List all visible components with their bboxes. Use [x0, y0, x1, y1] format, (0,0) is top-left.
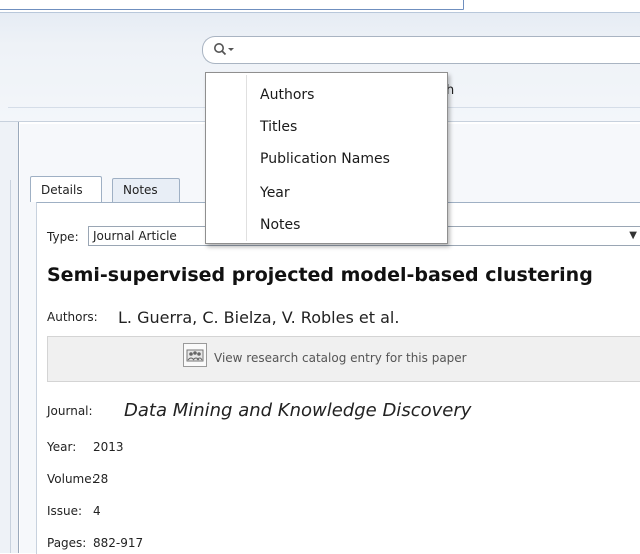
catalog-icon	[183, 343, 207, 367]
journal-label: Journal:	[47, 404, 93, 418]
search-field[interactable]	[202, 36, 640, 64]
year-value[interactable]: 2013	[93, 440, 124, 454]
authors-label: Authors:	[47, 310, 98, 324]
menu-gutter	[246, 75, 247, 241]
year-label: Year:	[47, 440, 77, 454]
pages-value[interactable]: 882-917	[93, 536, 143, 550]
tab-notes[interactable]: Notes	[112, 178, 180, 202]
search-field-menu: Authors Titles Publication Names Year No…	[205, 72, 448, 244]
search-options-button[interactable]	[213, 41, 249, 59]
search-icon	[214, 43, 234, 56]
type-select-value: Journal Article	[93, 229, 177, 243]
tab-details[interactable]: Details	[30, 176, 102, 202]
type-label: Type:	[47, 230, 79, 244]
top-text-field[interactable]	[0, 0, 464, 10]
pages-label: Pages:	[47, 536, 87, 550]
catalog-link-button[interactable]: View research catalog entry for this pap…	[47, 336, 640, 382]
menu-item-authors[interactable]: Authors	[260, 87, 314, 103]
journal-value[interactable]: Data Mining and Knowledge Discovery	[124, 400, 471, 421]
paper-title[interactable]: Semi-supervised projected model-based cl…	[47, 264, 593, 286]
menu-item-year[interactable]: Year	[260, 185, 290, 201]
menu-item-notes[interactable]: Notes	[260, 217, 300, 233]
menu-item-titles[interactable]: Titles	[260, 119, 297, 135]
issue-value[interactable]: 4	[93, 504, 101, 518]
volume-value[interactable]: 28	[93, 472, 108, 486]
volume-label: Volume:	[47, 472, 96, 486]
catalog-link-label: View research catalog entry for this pap…	[214, 351, 467, 365]
menu-item-publication-names[interactable]: Publication Names	[260, 151, 390, 167]
chevron-down-icon: ▼	[629, 230, 637, 241]
tab-details-label: Details	[41, 183, 83, 197]
tab-notes-label: Notes	[123, 183, 158, 197]
authors-value[interactable]: L. Guerra, C. Bielza, V. Robles et al.	[118, 308, 399, 327]
issue-label: Issue:	[47, 504, 83, 518]
panel-divider	[10, 180, 11, 553]
